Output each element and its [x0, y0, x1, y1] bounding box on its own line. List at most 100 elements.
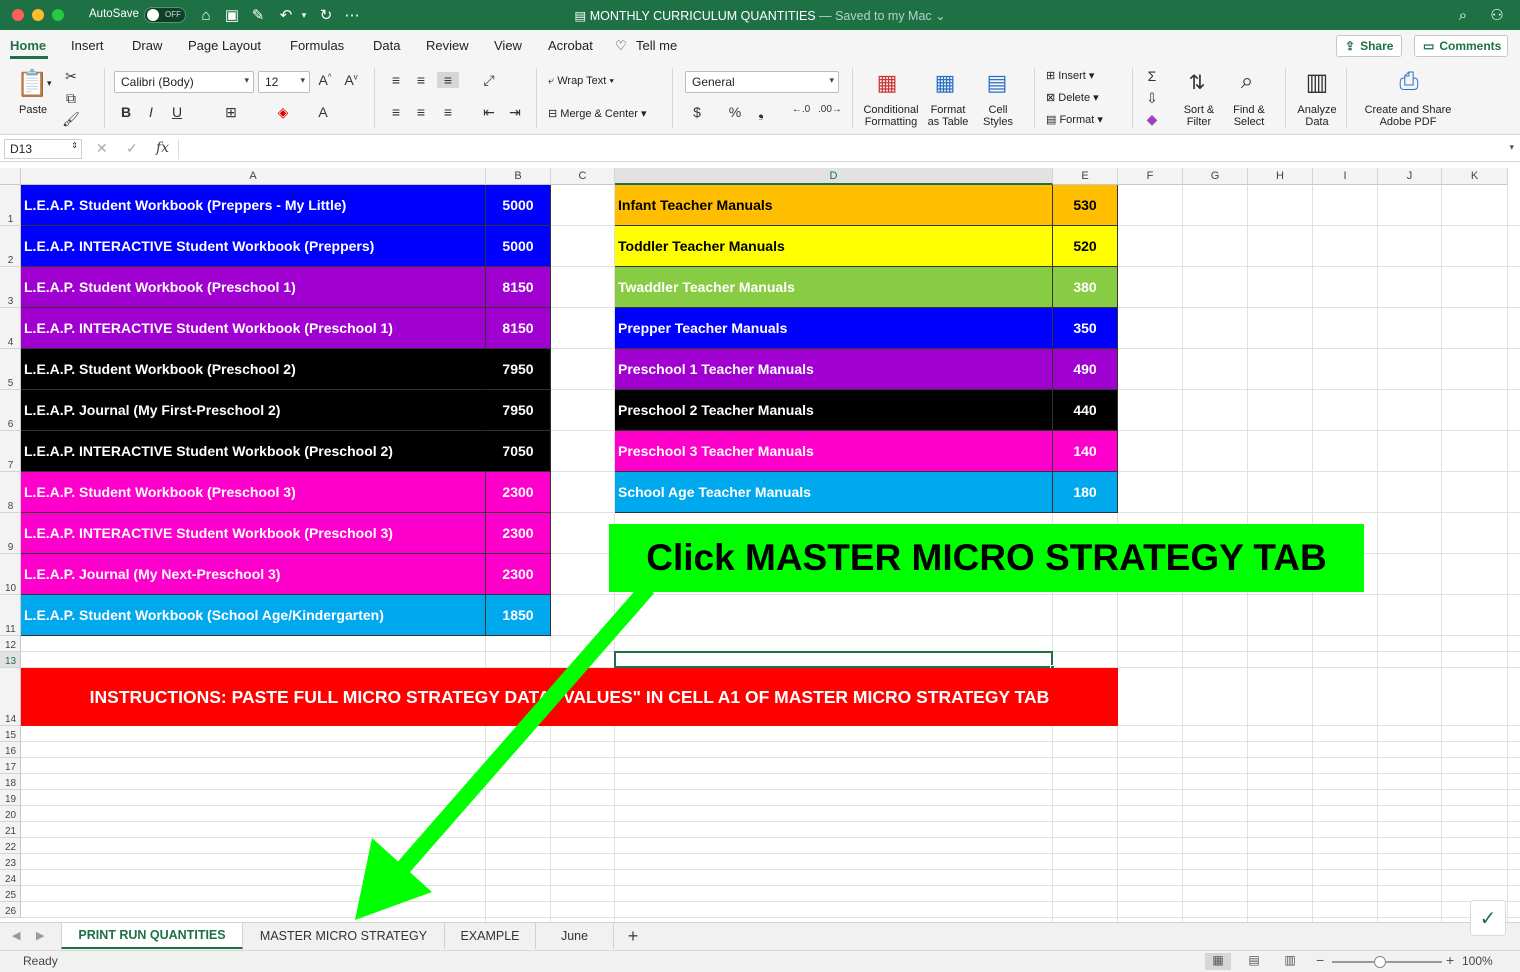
manual-label-cell[interactable]: Prepper Teacher Manuals — [615, 308, 1053, 349]
select-all-corner[interactable] — [0, 168, 21, 185]
manual-quantity-cell[interactable]: 380 — [1053, 267, 1118, 308]
workbook-label-cell[interactable]: L.E.A.P. Journal (My Next-Preschool 3) — [21, 554, 486, 595]
account-icon[interactable]: ⚇ — [1487, 4, 1507, 26]
tab-acrobat[interactable]: Acrobat — [548, 38, 593, 53]
column-header-f[interactable]: F — [1118, 168, 1183, 185]
cut-icon[interactable]: ✂ — [60, 68, 82, 85]
row-header-15[interactable]: 15 — [0, 726, 21, 742]
workbook-quantity-cell[interactable]: 2300 — [486, 472, 551, 513]
tell-me-search[interactable]: Tell me — [636, 38, 677, 53]
orientation-icon[interactable]: ⤢ — [478, 72, 500, 89]
increase-decimal-icon[interactable]: ←.0 — [790, 104, 812, 115]
font-size-select[interactable]: 12 ▾ — [258, 71, 310, 93]
workbook-quantity-cell[interactable]: 5000 — [486, 185, 551, 226]
workbook-quantity-cell[interactable]: 7950 — [486, 390, 551, 431]
number-format-select[interactable]: General ▾ — [685, 71, 839, 93]
manual-quantity-cell[interactable]: 140 — [1053, 431, 1118, 472]
sheet-tab-example[interactable]: EXAMPLE — [445, 923, 536, 949]
workbook-label-cell[interactable]: L.E.A.P. Student Workbook (Preschool 3) — [21, 472, 486, 513]
row-header-25[interactable]: 25 — [0, 886, 21, 902]
column-header-e[interactable]: E — [1053, 168, 1118, 185]
conditional-formatting-icon[interactable]: ▦ — [872, 70, 902, 96]
normal-view-icon[interactable]: ▦ — [1205, 953, 1231, 970]
workbook-quantity-cell[interactable]: 2300 — [486, 554, 551, 595]
decrease-font-size-icon[interactable]: Av — [340, 72, 362, 88]
manual-label-cell[interactable]: Toddler Teacher Manuals — [615, 226, 1053, 267]
find-select-icon[interactable]: ⌕ — [1236, 68, 1258, 94]
bold-icon[interactable]: B — [115, 104, 137, 120]
align-right-icon[interactable]: ≡ — [437, 104, 459, 120]
row-header-18[interactable]: 18 — [0, 774, 21, 790]
workbook-quantity-cell[interactable]: 8150 — [486, 267, 551, 308]
row-header-5[interactable]: 5 — [0, 349, 21, 390]
workbook-label-cell[interactable]: L.E.A.P. INTERACTIVE Student Workbook (P… — [21, 308, 486, 349]
row-header-26[interactable]: 26 — [0, 902, 21, 918]
underline-icon[interactable]: U — [166, 104, 188, 120]
row-header-21[interactable]: 21 — [0, 822, 21, 838]
row-header-19[interactable]: 19 — [0, 790, 21, 806]
copy-icon[interactable]: ⧉ — [60, 90, 82, 107]
row-header-20[interactable]: 20 — [0, 806, 21, 822]
page-layout-view-icon[interactable]: ▤ — [1241, 953, 1267, 970]
paste-dropdown-icon[interactable]: ▾ — [47, 78, 52, 89]
row-header-23[interactable]: 23 — [0, 854, 21, 870]
row-header-13[interactable]: 13 — [0, 652, 21, 668]
format-painter-icon[interactable]: 🖌 — [60, 111, 82, 128]
row-header-22[interactable]: 22 — [0, 838, 21, 854]
workbook-label-cell[interactable]: L.E.A.P. INTERACTIVE Student Workbook (P… — [21, 513, 486, 554]
sort-filter-icon[interactable]: ⇅ — [1186, 70, 1208, 95]
row-header-10[interactable]: 10 — [0, 554, 21, 595]
share-button[interactable]: ⇪ Share — [1336, 35, 1402, 57]
manual-label-cell[interactable]: Infant Teacher Manuals — [615, 185, 1053, 226]
increase-font-size-icon[interactable]: A^ — [314, 72, 336, 88]
analyze-data-button[interactable]: Analyze Data — [1294, 104, 1340, 128]
adobe-pdf-icon[interactable]: ⎙ — [1394, 68, 1424, 96]
row-header-24[interactable]: 24 — [0, 870, 21, 886]
workbook-quantity-cell[interactable]: 2300 — [486, 513, 551, 554]
workbook-label-cell[interactable]: L.E.A.P. Student Workbook (School Age/Ki… — [21, 595, 486, 636]
paste-icon[interactable]: 📋 — [16, 68, 48, 99]
workbook-quantity-cell[interactable]: 7050 — [486, 431, 551, 472]
tab-insert[interactable]: Insert — [71, 38, 104, 53]
currency-icon[interactable]: $ — [686, 104, 708, 120]
tab-page-layout[interactable]: Page Layout — [188, 38, 261, 53]
row-header-12[interactable]: 12 — [0, 636, 21, 652]
manual-label-cell[interactable]: School Age Teacher Manuals — [615, 472, 1053, 513]
accessibility-check-icon[interactable]: ✓ — [1470, 900, 1506, 936]
fill-color-icon[interactable]: ◈ — [272, 104, 294, 121]
align-bottom-icon[interactable]: ≡ — [437, 72, 459, 88]
workbook-quantity-cell[interactable]: 8150 — [486, 308, 551, 349]
workbook-label-cell[interactable]: L.E.A.P. Student Workbook (Preschool 2) — [21, 349, 486, 390]
tab-data[interactable]: Data — [373, 38, 400, 53]
find-select-button[interactable]: Find & Select — [1226, 104, 1272, 128]
workbook-label-cell[interactable]: L.E.A.P. INTERACTIVE Student Workbook (P… — [21, 226, 486, 267]
column-header-g[interactable]: G — [1183, 168, 1248, 185]
insert-cells-button[interactable]: ⊞ Insert ▾ — [1046, 69, 1094, 82]
workbook-quantity-cell[interactable]: 1850 — [486, 595, 551, 636]
zoom-slider-thumb[interactable] — [1374, 956, 1386, 968]
prev-sheet-icon[interactable]: ◀ — [12, 929, 20, 942]
autosum-icon[interactable]: Σ — [1141, 68, 1163, 84]
percent-icon[interactable]: % — [724, 104, 746, 120]
sort-filter-button[interactable]: Sort & Filter — [1176, 104, 1222, 128]
tab-review[interactable]: Review — [426, 38, 469, 53]
align-top-icon[interactable]: ≡ — [385, 72, 407, 88]
manual-quantity-cell[interactable]: 530 — [1053, 185, 1118, 226]
column-header-a[interactable]: A — [21, 168, 486, 185]
row-header-1[interactable]: 1 — [0, 185, 21, 226]
expand-formula-bar-icon[interactable]: ▾ — [1509, 142, 1514, 153]
row-header-3[interactable]: 3 — [0, 267, 21, 308]
italic-icon[interactable]: I — [140, 104, 162, 120]
decrease-indent-icon[interactable]: ⇤ — [478, 104, 500, 121]
analyze-data-icon[interactable]: ▥ — [1302, 68, 1332, 97]
manual-quantity-cell[interactable]: 490 — [1053, 349, 1118, 390]
increase-indent-icon[interactable]: ⇥ — [504, 104, 526, 121]
cancel-entry-icon[interactable]: ✕ — [96, 140, 108, 157]
merge-center-button[interactable]: ⊟ Merge & Center ▾ — [548, 107, 647, 120]
workbook-quantity-cell[interactable]: 7950 — [486, 349, 551, 390]
zoom-out-button[interactable]: − — [1316, 952, 1324, 968]
insert-function-icon[interactable]: fx — [156, 140, 169, 156]
align-middle-icon[interactable]: ≡ — [410, 72, 432, 88]
column-header-h[interactable]: H — [1248, 168, 1313, 185]
workbook-label-cell[interactable]: L.E.A.P. INTERACTIVE Student Workbook (P… — [21, 431, 486, 472]
